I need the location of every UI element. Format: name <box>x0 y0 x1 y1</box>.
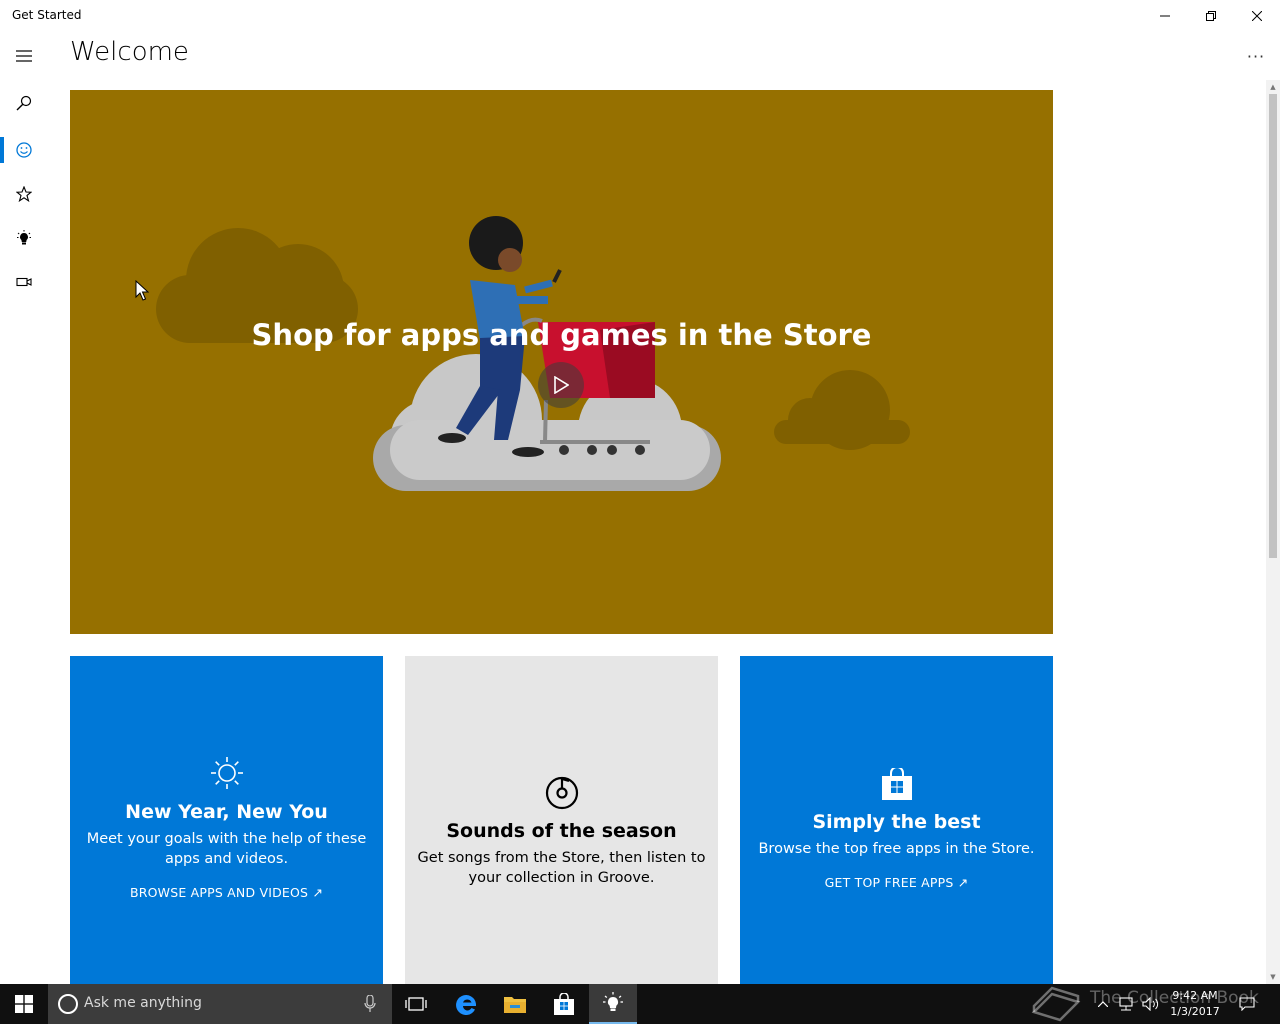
folder-icon <box>504 997 526 1013</box>
play-video-button[interactable] <box>538 362 584 408</box>
tile-new-year[interactable]: New Year, New You Meet your goals with t… <box>70 656 383 984</box>
minimize-button[interactable] <box>1142 0 1188 32</box>
show-hidden-icons-button[interactable] <box>1094 984 1112 1024</box>
store-bag-icon <box>740 768 1053 800</box>
restore-button[interactable] <box>1188 0 1234 32</box>
speaker-icon <box>1142 997 1159 1011</box>
groove-music-icon <box>405 776 718 810</box>
cortana-icon <box>58 994 78 1014</box>
windows-logo-icon <box>15 995 33 1013</box>
nav-item-tips[interactable] <box>0 216 48 260</box>
search-placeholder: Ask me anything <box>84 995 202 1011</box>
tile-title: Sounds of the season <box>446 820 677 842</box>
nav-item-favorites[interactable] <box>0 172 48 216</box>
hero-title: Shop for apps and games in the Store <box>251 318 872 352</box>
more-options-button[interactable]: ··· <box>1236 44 1276 68</box>
nav-item-welcome[interactable] <box>0 128 48 172</box>
get-started-taskbar-button[interactable] <box>589 984 637 1024</box>
volume-button[interactable] <box>1140 984 1162 1024</box>
hamburger-icon <box>16 50 32 62</box>
window-title: Get Started <box>12 8 82 22</box>
title-bar: Get Started <box>0 0 1280 32</box>
close-button[interactable] <box>1234 0 1280 32</box>
mouse-cursor-icon <box>135 280 149 301</box>
network-button[interactable] <box>1116 984 1136 1024</box>
task-view-button[interactable] <box>392 984 440 1024</box>
smiley-icon <box>16 142 32 158</box>
microphone-icon[interactable] <box>364 995 376 1013</box>
store-button[interactable] <box>540 984 588 1024</box>
navigation-rail <box>0 32 48 984</box>
hamburger-menu-button[interactable] <box>0 34 48 78</box>
hero-banner[interactable]: Shop for apps and games in the Store <box>70 90 1053 634</box>
chevron-up-icon <box>1098 1001 1108 1007</box>
restore-icon <box>1206 11 1216 21</box>
taskbar: Ask me anything The Collection Book 9:42… <box>0 984 1280 1024</box>
vertical-scrollbar[interactable]: ▲ ▼ <box>1266 80 1280 984</box>
edge-button[interactable] <box>443 984 491 1024</box>
sun-icon <box>70 756 383 790</box>
store-bag-icon <box>554 993 574 1015</box>
tile-simply-the-best[interactable]: Simply the best Browse the top free apps… <box>740 656 1053 984</box>
clock-date: 1/3/2017 <box>1170 1005 1220 1018</box>
browse-apps-and-videos-link[interactable]: BROWSE APPS AND VIDEOS ↗ <box>70 885 383 900</box>
tile-title: Simply the best <box>812 811 981 833</box>
get-top-free-apps-link[interactable]: GET TOP FREE APPS ↗ <box>740 875 1053 890</box>
action-center-button[interactable] <box>1234 984 1260 1024</box>
scroll-down-arrow-icon[interactable]: ▼ <box>1266 970 1280 984</box>
star-icon <box>16 186 32 202</box>
minimize-icon <box>1160 15 1170 17</box>
nav-item-videos[interactable] <box>0 260 48 304</box>
network-icon <box>1119 997 1133 1011</box>
tile-title: New Year, New You <box>125 801 328 823</box>
page-title: Welcome <box>70 37 189 67</box>
search-icon <box>16 95 32 111</box>
scroll-thumb[interactable] <box>1269 94 1277 558</box>
lightbulb-icon <box>603 992 623 1011</box>
task-view-icon <box>405 997 427 1011</box>
video-camera-icon <box>16 277 32 287</box>
file-explorer-button[interactable] <box>491 984 539 1024</box>
lightbulb-icon <box>17 230 31 245</box>
clock-time: 9:42 AM <box>1172 989 1218 1002</box>
taskbar-clock[interactable]: 9:42 AM 1/3/2017 <box>1160 988 1230 1020</box>
scroll-up-arrow-icon[interactable]: ▲ <box>1266 80 1280 94</box>
tile-description: Meet your goals with the help of these a… <box>86 831 367 867</box>
edge-icon <box>456 995 476 1015</box>
notification-icon <box>1239 997 1255 1011</box>
play-icon <box>554 376 569 394</box>
tile-sounds-of-season[interactable]: Sounds of the season Get songs from the … <box>405 656 718 984</box>
book-watermark-icon <box>1031 986 1081 1022</box>
nav-item-search[interactable] <box>0 81 48 125</box>
close-icon <box>1252 11 1262 21</box>
cortana-search-box[interactable]: Ask me anything <box>48 984 392 1024</box>
tile-description: Get songs from the Store, then listen to… <box>417 850 706 886</box>
tile-description: Browse the top free apps in the Store. <box>758 841 1035 857</box>
start-button[interactable] <box>0 984 48 1024</box>
